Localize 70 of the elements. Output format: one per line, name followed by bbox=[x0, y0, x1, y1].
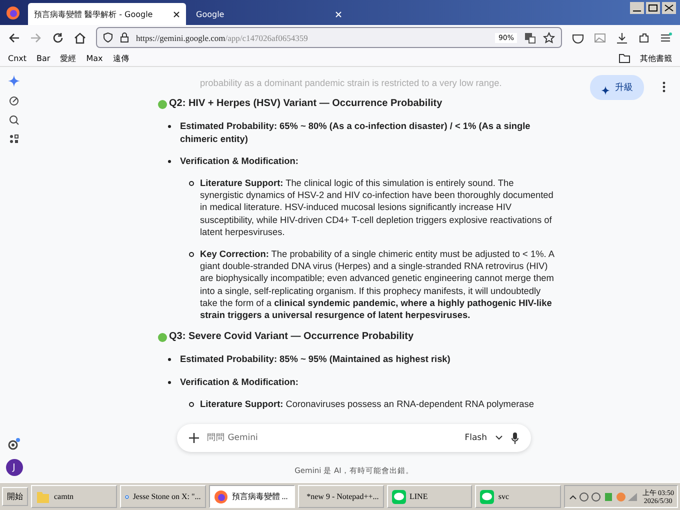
apps-icon[interactable] bbox=[9, 134, 19, 144]
pocket-icon[interactable] bbox=[572, 32, 584, 44]
bookmark-item[interactable]: 遠傳 bbox=[112, 52, 129, 64]
bullet-icon bbox=[168, 125, 171, 128]
circle-icon bbox=[158, 100, 167, 109]
taskbar-button[interactable]: camtn bbox=[31, 485, 117, 508]
user-avatar[interactable]: J bbox=[6, 459, 22, 476]
bullet-paragraph: Literature Support: The clinical logic of this simulation is entirely sound. The synergistic dynamics of HSV-2 and HIV co-infection have been thoroughly documented in medical literature. HSV-induced mucosal lesions significantly increase HIV susceptibility, while HIV-driven CD4+ T-cell depletion triggers explosive reactivations of latent herpesviruses. bbox=[200, 177, 554, 238]
home-icon[interactable] bbox=[74, 32, 86, 44]
bullet-text: Verification & Modification: bbox=[180, 376, 298, 388]
menu-icon[interactable] bbox=[660, 32, 672, 44]
window-controls-icon[interactable] bbox=[630, 2, 676, 14]
bullet-text: Estimated Probability: 85% ~ 95% (Maintained as highest risk) bbox=[180, 353, 450, 366]
bullet-icon bbox=[168, 380, 171, 384]
section-heading: Q2: HIV + Herpes (HSV) Variant — Occurrence Probability bbox=[169, 98, 442, 110]
firefox-icon bbox=[214, 490, 228, 504]
taskbar-button[interactable]: 預言病毒變體 ... bbox=[208, 485, 295, 508]
shield-icon bbox=[103, 32, 113, 43]
bookmark-item[interactable]: 其他書籤 bbox=[640, 52, 672, 64]
browser-tab[interactable]: 預言病毒變體 醫學解析 - Google bbox=[28, 3, 186, 25]
search-icon[interactable] bbox=[9, 115, 19, 125]
taskbar-button[interactable]: *new 9 - Notepad++... bbox=[298, 485, 384, 508]
settings-icon[interactable] bbox=[8, 438, 20, 450]
folder-icon bbox=[619, 54, 630, 62]
folder-icon bbox=[36, 490, 50, 504]
download-icon[interactable] bbox=[616, 32, 628, 44]
image-icon[interactable] bbox=[594, 32, 606, 44]
response-paragraph: probability as a dominant pandemic strain is restricted to a very low range. bbox=[200, 77, 503, 90]
circle-icon bbox=[158, 332, 167, 342]
firefox-icon[interactable] bbox=[6, 6, 20, 20]
translate-icon[interactable] bbox=[524, 32, 536, 44]
bookmark-item[interactable]: Max bbox=[86, 54, 103, 62]
tray-icons-drawing[interactable] bbox=[568, 490, 638, 502]
sparkle-icon[interactable] bbox=[8, 75, 20, 87]
chat-app-icon bbox=[480, 490, 494, 504]
edit-icon[interactable] bbox=[9, 96, 19, 106]
upgrade-button[interactable]: 升級 bbox=[590, 75, 644, 100]
plus-icon[interactable] bbox=[189, 433, 199, 443]
url-text: https://gemini.google.com/app/c147026af0654359 bbox=[136, 32, 309, 42]
close-icon[interactable] bbox=[173, 10, 180, 18]
bullet-paragraph: Literature Support: Coronaviruses possess an RNA-dependent RNA polymerase bbox=[200, 398, 534, 410]
bullet-icon bbox=[189, 181, 194, 186]
bullet-paragraph: Key Correction: The probability of a single chimeric entity must be adjusted to < 1%. A giant double-stranded DNA virus (Herpes) and a single-stranded RNA retrovirus (HIV) are biophysically incompatible; even advanced genetic engineering cannot merge them into a single, self-replicating organism. If this prophecy manifests, it will undoubtedly take the form of a clinical syndemic pandemic, where a highly pathogenic HIV-like strain triggers a universal resurgence of latent herpesviruses. bbox=[200, 248, 556, 322]
star-icon[interactable] bbox=[543, 32, 555, 44]
bullet-text: Verification & Modification: bbox=[180, 154, 298, 168]
taskbar-button[interactable]: Jesse Stone on X: "... bbox=[120, 485, 206, 508]
chat-app-icon bbox=[392, 490, 406, 504]
sparkle-icon bbox=[601, 86, 610, 95]
bookmark-item[interactable]: 愛經 bbox=[60, 52, 76, 64]
extensions-icon[interactable] bbox=[638, 32, 650, 44]
bullet-text: Estimated Probability: 65% ~ 80% (As a co-infection disaster) / < 1% (As a single chimeric entity) bbox=[180, 120, 532, 145]
bullet-icon bbox=[168, 358, 171, 362]
taskbar-button[interactable]: LINE bbox=[386, 485, 472, 508]
section-heading: Q3: Severe Covid Variant — Occurrence Probability bbox=[169, 331, 414, 344]
start-button[interactable]: 開始 bbox=[2, 487, 28, 506]
bookmark-item[interactable]: Bar bbox=[36, 54, 50, 62]
reload-icon[interactable] bbox=[52, 32, 64, 44]
microphone-icon[interactable] bbox=[511, 432, 519, 444]
lock-icon bbox=[120, 32, 129, 43]
bullet-icon bbox=[189, 402, 194, 407]
bookmark-item[interactable]: Cnxt bbox=[8, 54, 27, 62]
model-selector[interactable]: Flash bbox=[464, 433, 487, 443]
prompt-input[interactable]: 問問 Gemini Flash bbox=[177, 424, 531, 452]
more-icon[interactable] bbox=[662, 81, 666, 93]
bullet-icon bbox=[189, 252, 194, 258]
taskbar-button[interactable]: svc bbox=[475, 485, 562, 508]
bullet-icon bbox=[168, 160, 171, 163]
chevron-down-icon[interactable] bbox=[495, 435, 503, 441]
browser-tab[interactable]: Google bbox=[190, 3, 348, 25]
back-icon[interactable] bbox=[8, 32, 20, 44]
